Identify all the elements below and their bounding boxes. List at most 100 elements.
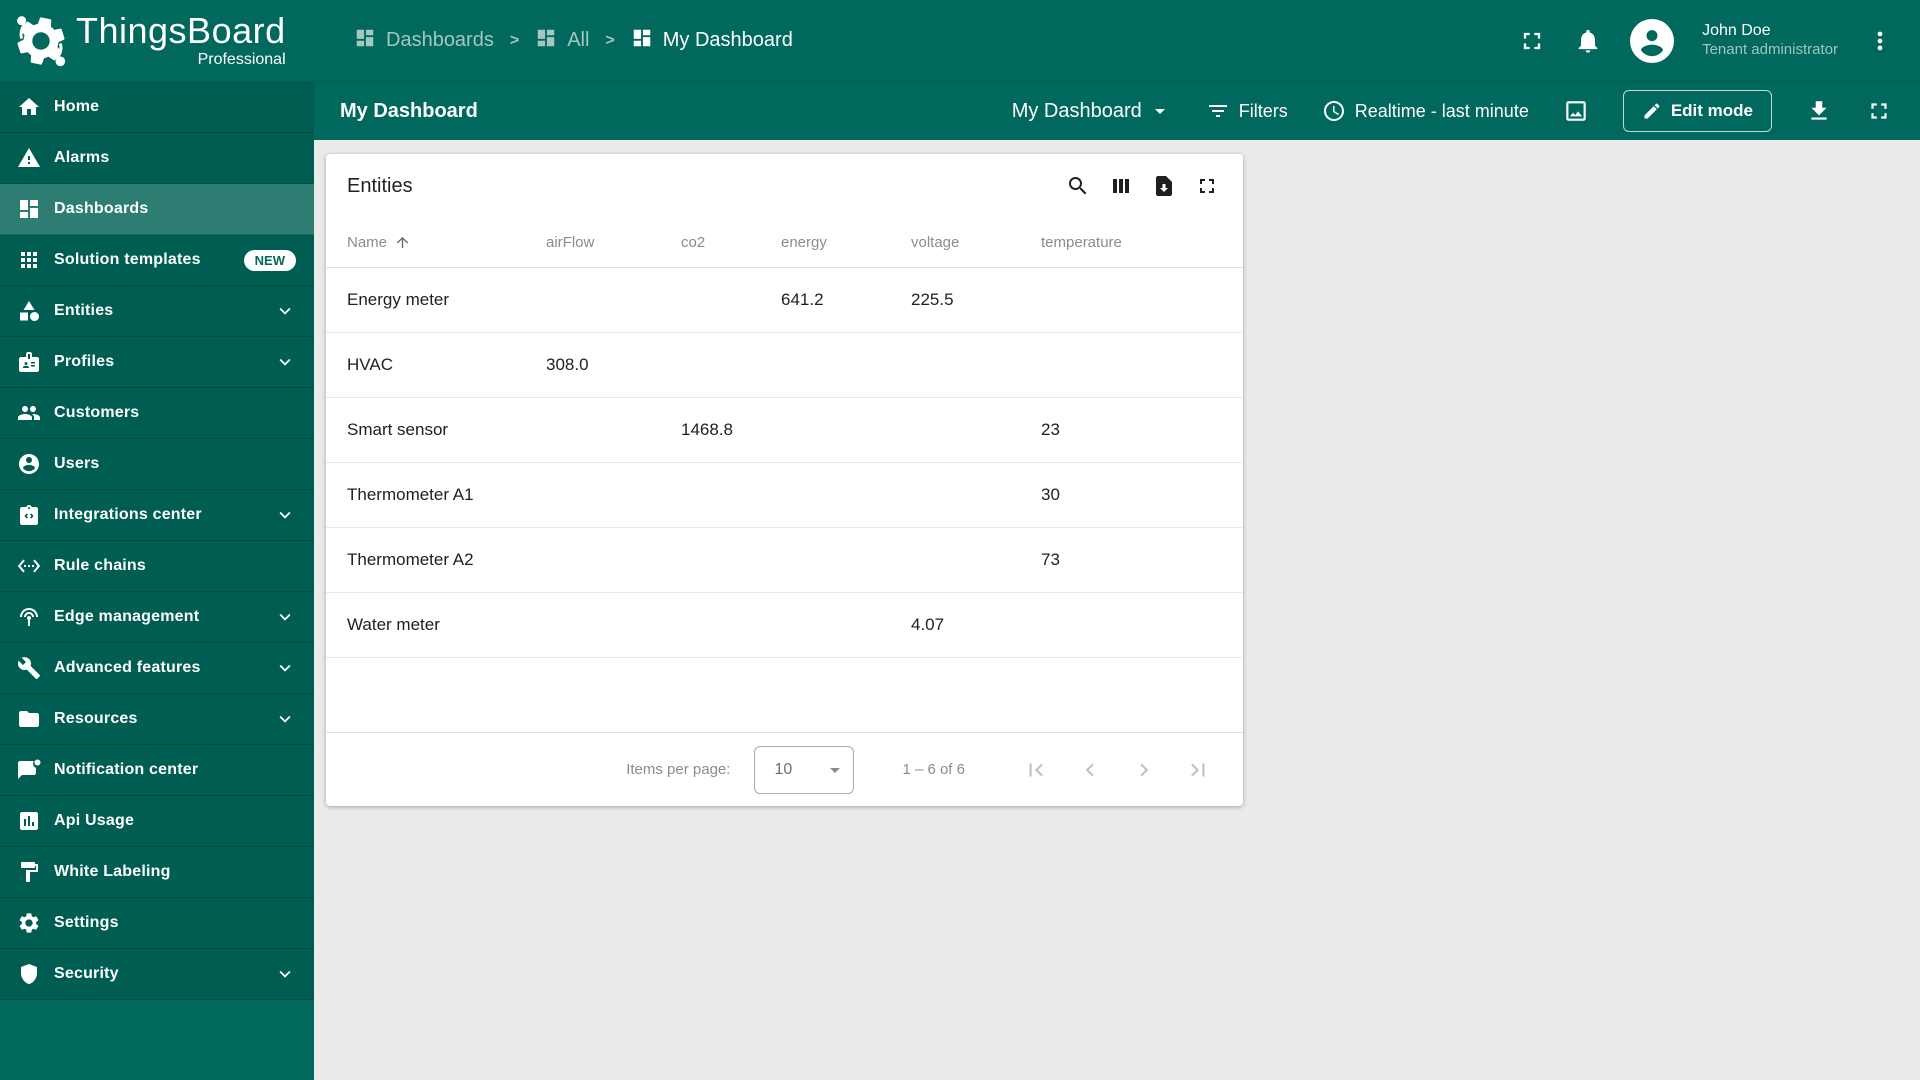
sidebar-item-label: Resources <box>54 710 138 727</box>
sidebar-item-white-labeling[interactable]: White Labeling <box>0 847 314 898</box>
column-header-temperature[interactable]: temperature <box>1041 234 1219 251</box>
filters-button[interactable]: Filters <box>1206 99 1288 123</box>
download-icon[interactable] <box>1806 98 1832 124</box>
notification-icon <box>17 758 41 782</box>
dashboard-icon <box>535 27 557 55</box>
dashboard-image-icon[interactable] <box>1563 98 1589 124</box>
items-per-page-label: Items per page: <box>626 761 731 778</box>
widget-actions <box>1066 174 1219 198</box>
warning-icon <box>17 146 41 170</box>
app-logo[interactable]: ThingsBoard Professional <box>0 0 314 82</box>
edit-mode-button[interactable]: Edit mode <box>1622 90 1772 132</box>
previous-page-icon[interactable] <box>1077 757 1103 783</box>
dashboard-icon <box>354 27 376 55</box>
app-name: ThingsBoard <box>76 10 286 51</box>
sidebar-item-home[interactable]: Home <box>0 82 314 133</box>
sidebar-item-label: Integrations center <box>54 506 202 523</box>
table-row-thermometer-a2[interactable]: Thermometer A2 73 <box>326 528 1243 593</box>
table-row-water-meter[interactable]: Water meter 4.07 <box>326 593 1243 658</box>
entities-table-widget: Entities Name airFlow co2 energy voltage temp… <box>326 154 1243 806</box>
sidebar-item-solution-templates[interactable]: Solution templates NEW <box>0 235 314 286</box>
sidebar-item-rule-chains[interactable]: Rule chains <box>0 541 314 592</box>
last-page-icon[interactable] <box>1185 757 1211 783</box>
breadcrumb: Dashboards > All > My Dashboard <box>354 27 793 55</box>
user-block[interactable]: John Doe Tenant administrator <box>1702 21 1838 60</box>
timewindow-label: Realtime - last minute <box>1354 100 1529 121</box>
sidebar-item-label: Security <box>54 965 119 982</box>
sidebar-item-security[interactable]: Security <box>0 949 314 1000</box>
person-icon <box>17 452 41 476</box>
home-icon <box>17 95 41 119</box>
cell-name: Thermometer A1 <box>347 485 474 504</box>
notifications-bell-icon[interactable] <box>1574 27 1602 55</box>
more-menu-icon[interactable] <box>1866 27 1894 55</box>
edit-mode-label: Edit mode <box>1670 101 1753 120</box>
column-header-airFlow[interactable]: airFlow <box>546 234 681 251</box>
cell-name: Smart sensor <box>347 420 449 439</box>
sidebar-item-entities[interactable]: Entities <box>0 286 314 337</box>
table-row-hvac[interactable]: HVAC 308.0 <box>326 333 1243 398</box>
sidebar-item-api-usage[interactable]: Api Usage <box>0 796 314 847</box>
gear-icon <box>17 911 41 935</box>
column-label: co2 <box>681 234 706 251</box>
widget-fullscreen-icon[interactable] <box>1195 174 1219 198</box>
timewindow-button[interactable]: Realtime - last minute <box>1322 99 1529 123</box>
cell-voltage: 225.5 <box>911 290 954 309</box>
dashboard-state-selector[interactable]: My Dashboard <box>1012 99 1172 123</box>
filters-label: Filters <box>1238 100 1288 121</box>
fullscreen-icon[interactable] <box>1518 27 1546 55</box>
breadcrumb-item-all[interactable]: All <box>535 27 589 55</box>
avatar[interactable] <box>1630 18 1675 63</box>
user-role: Tenant administrator <box>1702 41 1838 59</box>
sidebar-item-resources[interactable]: Resources <box>0 694 314 745</box>
cell-name: Energy meter <box>347 290 450 309</box>
table-header-row: Name airFlow co2 energy voltage temperature <box>326 218 1243 268</box>
sidebar-item-advanced-features[interactable]: Advanced features <box>0 643 314 694</box>
sidebar-item-settings[interactable]: Settings <box>0 898 314 949</box>
sidebar-item-label: Api Usage <box>54 812 135 829</box>
chart-icon <box>17 809 41 833</box>
table-row-energy-meter[interactable]: Energy meter 641.2 225.5 <box>326 268 1243 333</box>
sidebar-item-profiles[interactable]: Profiles <box>0 337 314 388</box>
dashboard-icon <box>17 197 41 221</box>
cell-airFlow: 308.0 <box>546 355 589 374</box>
breadcrumb-label: My Dashboard <box>662 29 793 51</box>
column-header-voltage[interactable]: voltage <box>911 234 1041 251</box>
chevron-down-icon <box>274 606 296 628</box>
sidebar-item-dashboards[interactable]: Dashboards <box>0 184 314 235</box>
column-header-name[interactable]: Name <box>347 234 546 251</box>
dashboard-fullscreen-icon[interactable] <box>1866 98 1892 124</box>
table-row-smart-sensor[interactable]: Smart sensor 1468.8 23 <box>326 398 1243 463</box>
export-file-icon[interactable] <box>1152 174 1176 198</box>
people-icon <box>17 401 41 425</box>
sidebar-item-notification-center[interactable]: Notification center <box>0 745 314 796</box>
column-header-co2[interactable]: co2 <box>681 234 781 251</box>
breadcrumb-item-dashboards[interactable]: Dashboards <box>354 27 494 55</box>
top-header-bar: ThingsBoard Professional Dashboards > All >… <box>0 0 1920 82</box>
sidebar-item-edge-management[interactable]: Edge management <box>0 592 314 643</box>
search-icon[interactable] <box>1066 174 1090 198</box>
column-header-energy[interactable]: energy <box>781 234 911 251</box>
sidebar-item-label: Profiles <box>54 353 115 370</box>
sidebar-item-customers[interactable]: Customers <box>0 388 314 439</box>
columns-icon[interactable] <box>1109 174 1133 198</box>
first-page-icon[interactable] <box>1023 757 1049 783</box>
column-label: Name <box>347 234 388 251</box>
table-row-thermometer-a1[interactable]: Thermometer A1 30 <box>326 463 1243 528</box>
sidebar-item-label: White Labeling <box>54 863 171 880</box>
sidebar-item-integrations-center[interactable]: Integrations center <box>0 490 314 541</box>
sidebar-item-users[interactable]: Users <box>0 439 314 490</box>
folder-icon <box>17 707 41 731</box>
breadcrumb-separator: > <box>509 31 520 49</box>
sidebar-item-label: Solution templates <box>54 251 201 268</box>
sidebar-item-label: Users <box>54 455 100 472</box>
column-label: energy <box>781 234 827 251</box>
rulechain-icon <box>17 554 41 578</box>
sidebar-item-alarms[interactable]: Alarms <box>0 133 314 184</box>
next-page-icon[interactable] <box>1131 757 1157 783</box>
sidebar-item-label: Rule chains <box>54 557 147 574</box>
main-area: My Dashboard My Dashboard Filters Realti… <box>314 82 1920 1080</box>
sidebar-item-label: Notification center <box>54 761 199 778</box>
page-size-select[interactable]: 10 <box>754 745 855 794</box>
page-size-value: 10 <box>774 760 793 778</box>
